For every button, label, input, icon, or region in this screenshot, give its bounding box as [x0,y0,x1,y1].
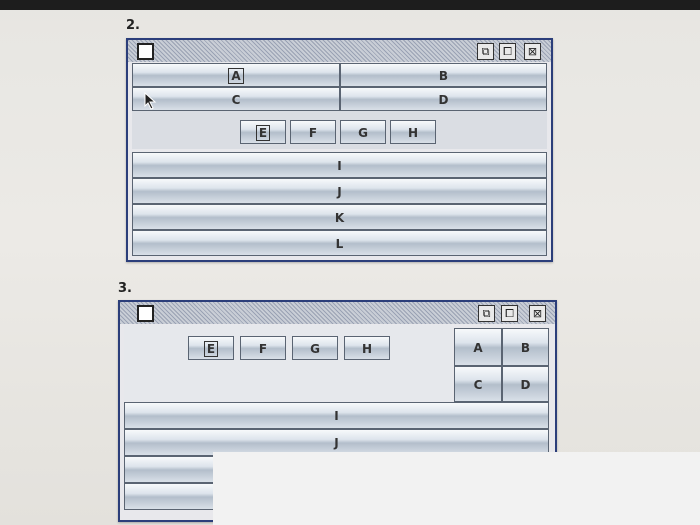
button-e[interactable]: E [188,336,234,360]
button-i[interactable]: I [132,152,547,178]
button-f[interactable]: F [240,336,286,360]
button-g[interactable]: G [292,336,338,360]
button-c[interactable]: C [132,87,340,111]
minimize-icon[interactable]: ⧉ [477,43,494,60]
minimize-icon[interactable]: ⧉ [478,305,495,322]
system-menu-icon[interactable] [137,43,154,60]
button-j[interactable]: J [132,178,547,204]
button-h[interactable]: H [390,120,436,144]
button-a[interactable]: A [454,328,502,366]
close-icon[interactable]: ⊠ [524,43,541,60]
system-menu-icon[interactable] [137,305,154,322]
button-f[interactable]: F [290,120,336,144]
button-i[interactable]: I [124,402,549,429]
button-d[interactable]: D [502,366,549,402]
button-k[interactable]: K [132,204,547,230]
top-bar [0,0,700,10]
button-b[interactable]: B [502,328,549,366]
section-label-2: 2. [126,18,140,33]
button-h[interactable]: H [344,336,390,360]
button-e[interactable]: E [240,120,286,144]
section-label-3: 3. [118,281,132,296]
maximize-icon[interactable]: ⧠ [501,305,518,322]
button-b[interactable]: B [340,63,547,87]
close-icon[interactable]: ⊠ [529,305,546,322]
button-a[interactable]: A [132,63,340,87]
mouse-cursor-icon [144,92,157,110]
maximize-icon[interactable]: ⧠ [499,43,516,60]
button-c[interactable]: C [454,366,502,402]
button-d[interactable]: D [340,87,547,111]
button-g[interactable]: G [340,120,386,144]
flow-panel [124,325,452,401]
blank-overlay [213,452,700,525]
window-2: ⧉ ⧠ ⊠ A B C D E F G H I J K L [126,38,553,262]
button-l[interactable]: L [132,230,547,256]
